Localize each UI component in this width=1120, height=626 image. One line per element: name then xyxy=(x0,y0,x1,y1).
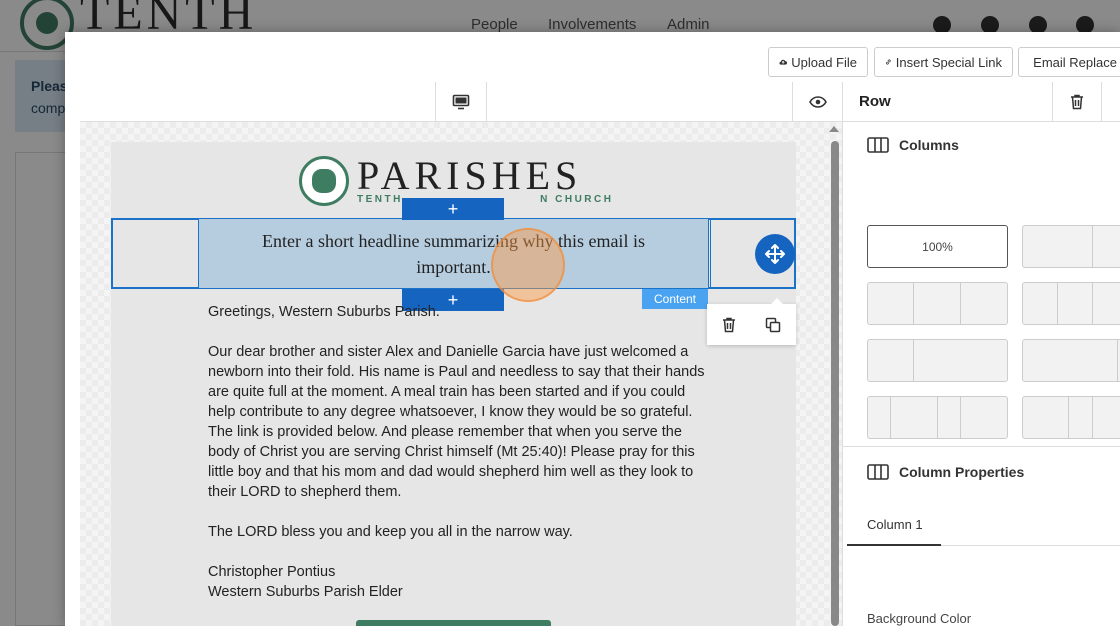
layout-mixed-option[interactable] xyxy=(1022,396,1120,439)
layout-25-50-25-option[interactable] xyxy=(867,396,1008,439)
email-replace-button[interactable]: ? Email Replace xyxy=(1018,47,1120,77)
move-arrows-icon xyxy=(765,244,785,264)
delete-row-button[interactable] xyxy=(1052,82,1102,122)
desktop-view-button[interactable] xyxy=(435,82,487,122)
scroll-up-arrow-icon[interactable] xyxy=(829,126,839,132)
brand-sub-left: TENTH xyxy=(357,194,403,205)
blessing-text: The LORD bless you and keep you all in t… xyxy=(208,524,573,540)
columns-icon xyxy=(867,464,889,480)
columns-icon xyxy=(867,137,889,153)
active-tab-indicator xyxy=(847,544,941,546)
main-paragraph: Our dear brother and sister Alex and Dan… xyxy=(208,344,705,500)
properties-panel: Row Columns 100% Column Properties Colum… xyxy=(842,82,1120,626)
desktop-icon xyxy=(452,94,470,110)
canvas-scrollbar[interactable] xyxy=(831,141,839,626)
layout-33-67-option[interactable] xyxy=(867,339,1008,382)
email-replace-label: Email Replace xyxy=(1033,54,1117,70)
trash-icon xyxy=(1071,94,1083,110)
editor-toolbar xyxy=(80,82,842,122)
insert-special-link-button[interactable]: Insert Special Link xyxy=(874,47,1013,77)
headline-block[interactable]: Enter a short headline summarizing why t… xyxy=(198,218,709,289)
upload-file-button[interactable]: Upload File xyxy=(768,47,868,77)
layout-thirds-option[interactable] xyxy=(867,282,1008,325)
email-canvas[interactable]: PARISHES TENTH N CHURCH Enter a short he… xyxy=(80,122,842,626)
eye-icon xyxy=(808,96,827,108)
row-actions-popover xyxy=(707,298,796,345)
columns-section-heading: Columns xyxy=(867,137,959,153)
link-icon xyxy=(886,59,891,65)
cloud-upload-icon xyxy=(779,59,788,65)
layout-67-33-option[interactable] xyxy=(1022,339,1120,382)
background-color-label: Background Color xyxy=(867,611,972,626)
brand-sub-right: N CHURCH xyxy=(540,194,614,205)
email-brand: PARISHES xyxy=(357,153,583,198)
trash-icon[interactable] xyxy=(722,317,736,333)
insert-link-label: Insert Special Link xyxy=(895,54,1002,70)
move-row-button[interactable] xyxy=(755,234,795,274)
upload-file-label: Upload File xyxy=(791,54,857,70)
row-left-column[interactable] xyxy=(113,220,199,287)
preview-button[interactable] xyxy=(792,82,842,122)
layout-50-50-option[interactable] xyxy=(1022,225,1120,268)
parishes-logo-icon xyxy=(299,156,349,206)
signature-name: Christopher Pontius xyxy=(208,564,336,580)
layout-quarters-option[interactable] xyxy=(1022,282,1120,325)
column-properties-label: Column Properties xyxy=(899,464,1025,480)
section-divider xyxy=(843,446,1120,447)
email-body: PARISHES TENTH N CHURCH Enter a short he… xyxy=(111,142,796,626)
signature-title: Western Suburbs Parish Elder xyxy=(208,584,403,600)
email-body-text[interactable]: Greetings, Western Suburbs Parish. Our d… xyxy=(208,302,708,602)
column-properties-heading: Column Properties xyxy=(867,464,1024,480)
email-editor-modal: Upload File Insert Special Link ? Email … xyxy=(65,32,1120,626)
greeting-text: Greetings, Western Suburbs Parish. xyxy=(208,304,440,320)
tab-column-1[interactable]: Column 1 xyxy=(867,517,923,532)
panel-header: Row xyxy=(843,82,1120,122)
layout-100-option[interactable]: 100% xyxy=(867,225,1008,268)
click-indicator xyxy=(491,228,565,302)
panel-title: Row xyxy=(859,93,891,110)
columns-heading: Columns xyxy=(899,137,959,153)
email-cta-button[interactable] xyxy=(356,620,551,626)
duplicate-icon[interactable] xyxy=(765,317,781,333)
add-block-above-button[interactable]: + xyxy=(402,198,504,220)
